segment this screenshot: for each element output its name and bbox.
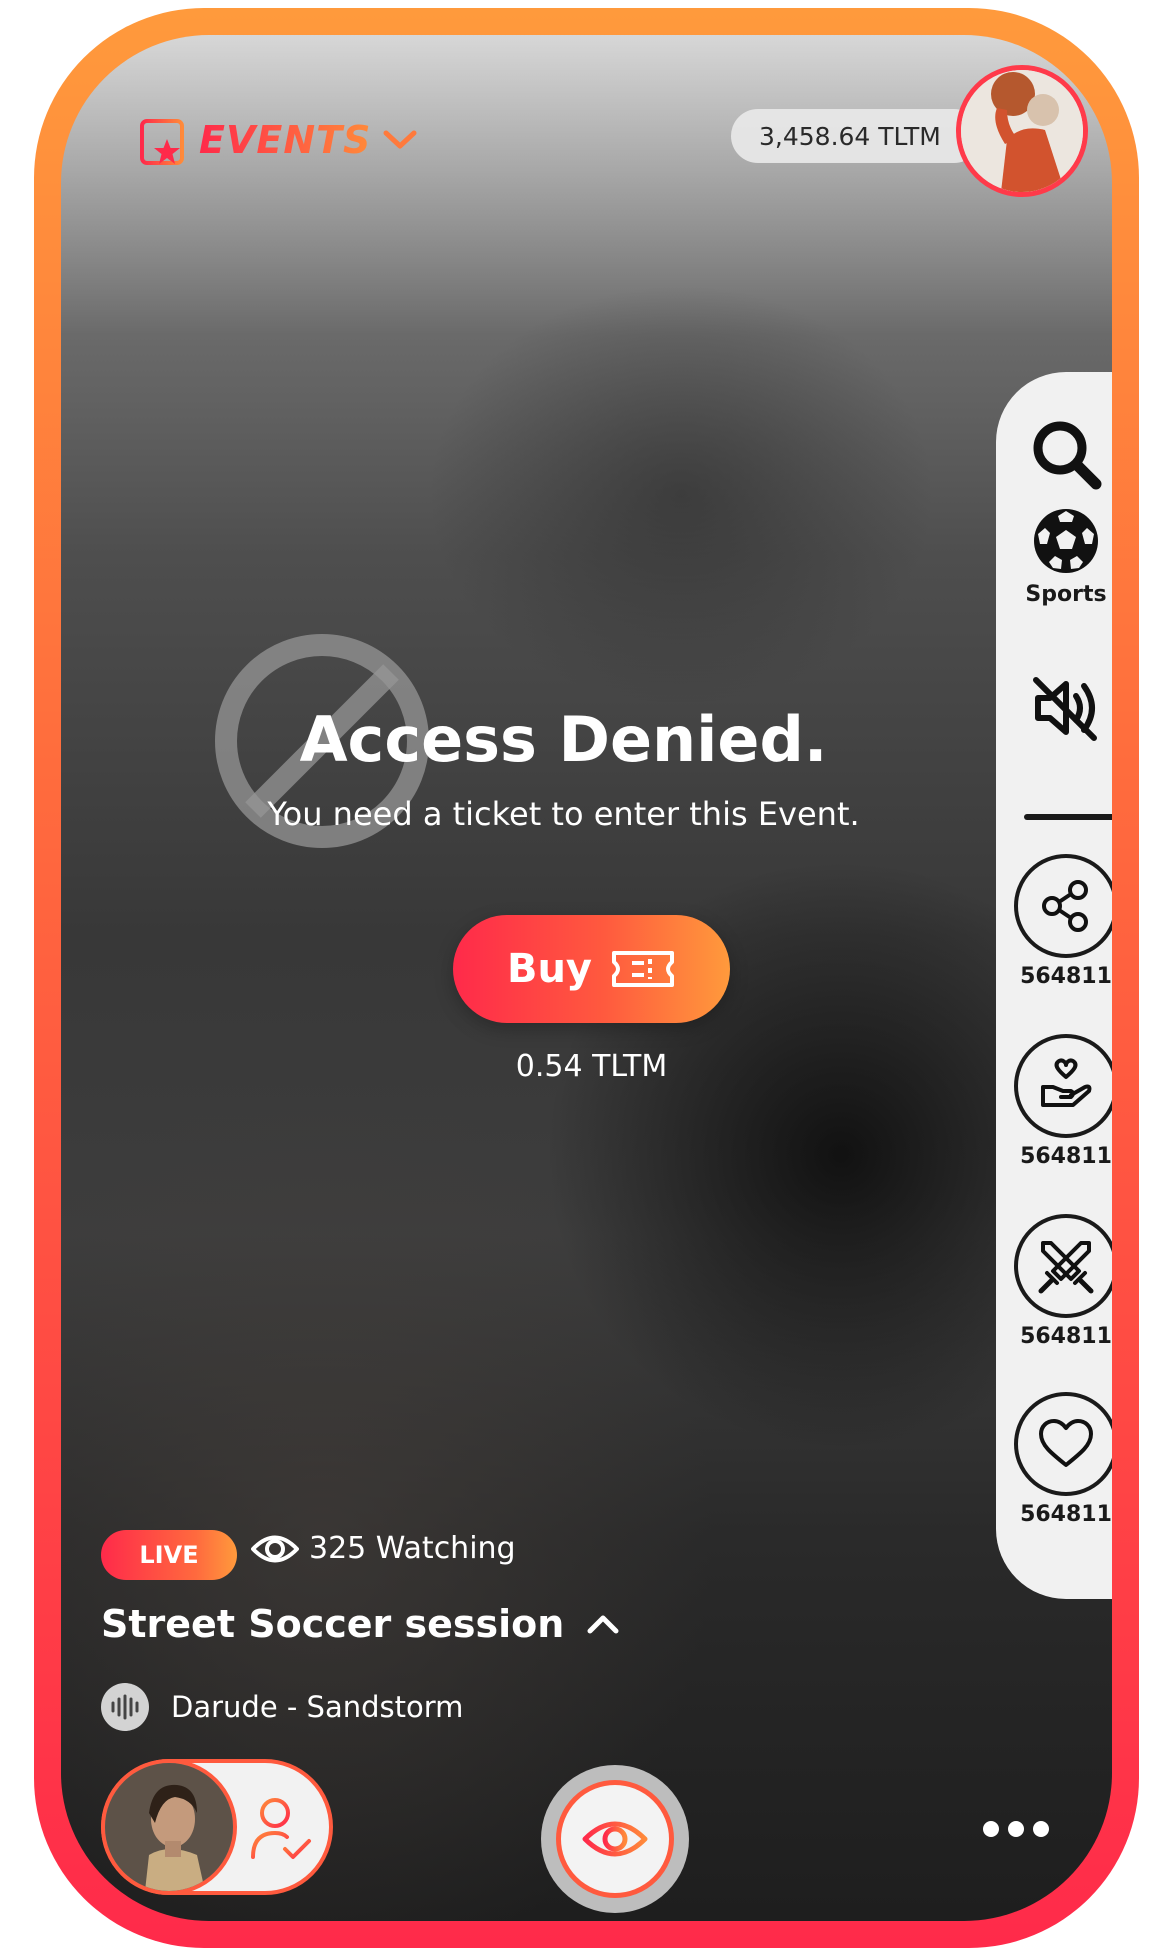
eye-icon — [251, 1535, 299, 1562]
battle-count: 564811 — [1020, 1324, 1112, 1349]
access-denied-subtitle: You need a ticket to enter this Event. — [267, 795, 860, 833]
like-button-circle — [1014, 1392, 1112, 1496]
share-button-circle — [1014, 854, 1112, 958]
balance-value: 3,458.64 TLTM — [759, 121, 941, 151]
mute-button[interactable] — [996, 672, 1112, 744]
live-label: LIVE — [139, 1541, 199, 1569]
donate-count: 564811 — [1020, 1144, 1112, 1169]
more-options-button[interactable] — [976, 1805, 1056, 1853]
stream-screen: EVENTS 3,458.64 TLTM Sports 564811 56481… — [61, 35, 1112, 1921]
chevron-down-icon — [383, 130, 417, 149]
events-dropdown[interactable]: EVENTS — [139, 113, 417, 167]
side-action-rail: Sports 564811 564811 564811 564811 — [996, 372, 1112, 1599]
share-button[interactable]: 564811 — [996, 854, 1112, 989]
follow-creator-button[interactable] — [101, 1759, 333, 1895]
hand-heart-icon — [1041, 1058, 1092, 1107]
soccer-ball-icon — [1034, 509, 1098, 573]
eye-icon — [582, 1821, 648, 1857]
heart-icon — [1039, 1419, 1093, 1467]
calendar-star-icon — [140, 113, 184, 165]
more-dot — [1008, 1821, 1024, 1837]
event-title: Street Soccer session — [101, 1602, 565, 1646]
user-check-icon — [251, 1798, 311, 1859]
balance-pill[interactable]: 3,458.64 TLTM — [731, 109, 981, 163]
user-avatar-image — [961, 70, 1083, 192]
creator-avatar[interactable] — [101, 1759, 237, 1895]
phone-frame: EVENTS 3,458.64 TLTM Sports 564811 56481… — [34, 8, 1139, 1948]
music-track[interactable]: Darude - Sandstorm — [101, 1683, 463, 1731]
access-denied-title: Access Denied. — [299, 703, 828, 776]
share-count: 564811 — [1020, 964, 1112, 989]
buy-label: Buy — [506, 946, 593, 992]
live-badge: LIVE — [101, 1530, 237, 1580]
user-avatar[interactable] — [956, 65, 1088, 197]
battle-button-circle — [1014, 1214, 1112, 1318]
battle-button[interactable]: 564811 — [996, 1214, 1112, 1349]
music-title: Darude - Sandstorm — [171, 1690, 464, 1724]
ticket-price: 0.54 TLTM — [515, 1049, 668, 1084]
buy-ticket-button[interactable]: Buy — [453, 915, 730, 1023]
search-button[interactable] — [996, 416, 1112, 492]
like-count: 564811 — [1020, 1502, 1112, 1527]
more-dot — [983, 1821, 999, 1837]
event-title-toggle[interactable]: Street Soccer session — [101, 1602, 620, 1646]
viewer-count: 325 Watching — [251, 1531, 516, 1566]
crossed-swords-icon — [1038, 1241, 1094, 1294]
donate-button-circle — [1014, 1034, 1112, 1138]
like-button[interactable]: 564811 — [996, 1392, 1112, 1527]
watch-toggle-button[interactable] — [541, 1765, 689, 1913]
more-dot — [1033, 1821, 1049, 1837]
share-icon — [1042, 880, 1088, 932]
donate-button[interactable]: 564811 — [996, 1034, 1112, 1169]
sports-category-button[interactable]: Sports — [996, 506, 1112, 607]
sports-label: Sports — [1025, 582, 1107, 607]
watch-toggle-inner — [556, 1780, 674, 1898]
ticket-icon — [612, 951, 675, 987]
sound-wave-icon — [101, 1683, 149, 1731]
creator-avatar-image — [105, 1763, 233, 1891]
rail-divider — [1024, 814, 1112, 820]
volume-muted-icon — [1033, 677, 1097, 741]
events-label: EVENTS — [199, 118, 372, 162]
chevron-up-icon — [587, 1615, 619, 1634]
search-icon — [1033, 421, 1102, 490]
watching-text: 325 Watching — [309, 1531, 516, 1566]
